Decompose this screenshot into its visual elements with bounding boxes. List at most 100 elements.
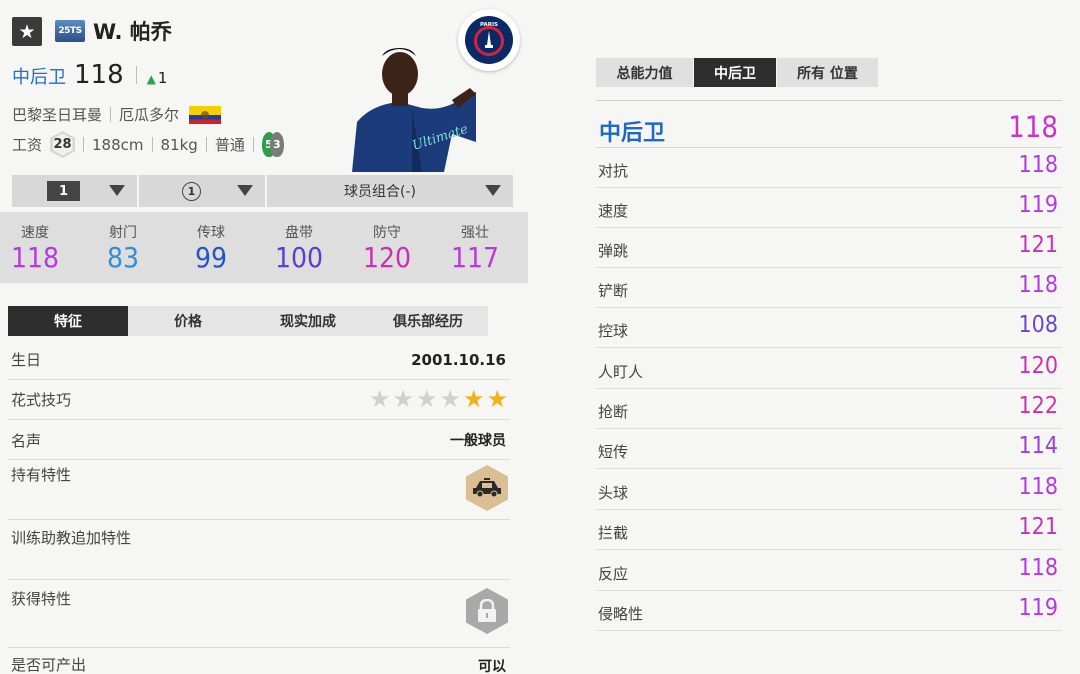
stat-value: 100 bbox=[274, 241, 324, 274]
attribute-label: 弹跳 bbox=[598, 242, 629, 260]
tab-overall-attributes[interactable]: 总能力值 bbox=[596, 58, 693, 87]
attribute-value: 121 bbox=[1018, 514, 1059, 540]
stat-passing: 传球 99 bbox=[167, 212, 255, 283]
attribute-value: 120 bbox=[1018, 353, 1059, 379]
attribute-value: 118 bbox=[1018, 272, 1059, 298]
star-icon: ★ bbox=[415, 385, 438, 413]
produce-label: 是否可产出 bbox=[11, 656, 87, 674]
attribute-label: 拦截 bbox=[598, 524, 629, 542]
stat-dribbling: 盘带 100 bbox=[255, 212, 343, 283]
nation-name: 厄瓜多尔 bbox=[119, 106, 180, 124]
car-trait-icon[interactable] bbox=[466, 465, 508, 511]
attribute-value: 119 bbox=[1018, 595, 1059, 621]
star-icon: ★ bbox=[18, 20, 36, 43]
fame-row: 名声 一般球员 bbox=[8, 420, 510, 460]
salary-label: 工资 bbox=[12, 136, 43, 154]
combo-value: 球员组合(-) bbox=[344, 184, 416, 200]
position-stats-total: 118 bbox=[1008, 110, 1058, 144]
overall-rating: 118 bbox=[74, 60, 124, 90]
enhance-select[interactable]: 1 bbox=[139, 175, 265, 207]
attribute-value: 114 bbox=[1018, 433, 1059, 459]
attribute-value: 119 bbox=[1018, 192, 1059, 218]
car-icon bbox=[473, 478, 501, 498]
owned-traits-label: 持有特性 bbox=[11, 466, 72, 484]
attribute-row: 侵略性 119 bbox=[596, 591, 1062, 631]
tab-price[interactable]: 价格 bbox=[128, 306, 248, 336]
tab-current-position[interactable]: 中后卫 bbox=[694, 58, 776, 87]
lock-icon[interactable] bbox=[466, 588, 508, 634]
attribute-value: 118 bbox=[1018, 474, 1059, 500]
right-foot-icon: 3 bbox=[269, 132, 284, 157]
player-name: W. 帕乔 bbox=[93, 20, 172, 44]
tab-club-history[interactable]: 俱乐部经历 bbox=[368, 306, 488, 336]
club-nation-line: 巴黎圣日耳曼 厄瓜多尔 bbox=[12, 104, 222, 125]
attribute-label: 对抗 bbox=[598, 162, 629, 180]
tab-all-positions[interactable]: 所有 位置 bbox=[777, 58, 878, 87]
position-stats-title: 中后卫 bbox=[599, 121, 666, 146]
stat-shooting: 射门 83 bbox=[79, 212, 167, 283]
favorite-star-button[interactable]: ★ bbox=[12, 17, 42, 46]
attribute-row: 反应 118 bbox=[596, 551, 1062, 591]
attribute-row: 头球 118 bbox=[596, 470, 1062, 510]
attribute-value: 121 bbox=[1018, 232, 1059, 258]
attribute-value: 118 bbox=[1018, 152, 1059, 178]
stat-pace: 速度 118 bbox=[0, 212, 79, 283]
club-name: 巴黎圣日耳曼 bbox=[12, 106, 103, 124]
acquired-traits-label: 获得特性 bbox=[11, 590, 72, 608]
skill-moves-row: 花式技巧 ★ ★ ★ ★ ★ ★ bbox=[8, 380, 510, 420]
tab-traits[interactable]: 特征 bbox=[8, 306, 128, 336]
psg-crest-icon: PARIS bbox=[465, 16, 513, 64]
chevron-down-icon bbox=[485, 185, 501, 196]
player-photo-illustration: Ultimate bbox=[352, 48, 476, 172]
divider bbox=[135, 66, 137, 84]
upgrade-value: 1 bbox=[157, 69, 168, 87]
attribute-label: 速度 bbox=[598, 202, 629, 220]
stat-value: 118 bbox=[10, 241, 60, 274]
attribute-value: 122 bbox=[1018, 393, 1059, 419]
attribute-row: 对抗 118 bbox=[596, 148, 1062, 188]
fame-value: 一般球员 bbox=[450, 433, 506, 449]
skill-stars: ★ ★ ★ ★ ★ ★ bbox=[369, 385, 508, 413]
combo-select[interactable]: 球员组合(-) bbox=[267, 175, 513, 207]
stat-value: 120 bbox=[362, 241, 412, 274]
stat-physical: 强壮 117 bbox=[431, 212, 519, 283]
tab-real-bonus[interactable]: 现实加成 bbox=[248, 306, 368, 336]
ecuador-flag-icon bbox=[189, 105, 222, 124]
level-value: 1 bbox=[47, 181, 80, 201]
attribute-row: 控球 108 bbox=[596, 308, 1062, 348]
coach-traits-label: 训练助教追加特性 bbox=[11, 529, 132, 547]
produce-row: 是否可产出 可以 bbox=[8, 648, 510, 674]
attribute-row: 短传 114 bbox=[596, 429, 1062, 469]
attribute-row: 速度 119 bbox=[596, 188, 1062, 228]
skill-moves-label: 花式技巧 bbox=[11, 391, 72, 409]
divider bbox=[205, 137, 207, 152]
stat-value: 83 bbox=[106, 241, 140, 274]
stat-label: 盘带 bbox=[285, 225, 313, 241]
position-line: 中后卫 118 ▲ 1 bbox=[12, 60, 167, 90]
attribute-row: 抢断 122 bbox=[596, 389, 1062, 429]
player-photo: Ultimate bbox=[352, 42, 476, 172]
stat-value: 99 bbox=[194, 241, 228, 274]
acquired-traits-row: 获得特性 bbox=[8, 580, 510, 648]
attribute-row: 铲断 118 bbox=[596, 268, 1062, 308]
level-select[interactable]: 1 bbox=[12, 175, 137, 207]
fame-label: 名声 bbox=[11, 432, 42, 450]
stat-label: 传球 bbox=[197, 225, 225, 241]
attribute-value: 108 bbox=[1018, 312, 1059, 338]
coach-traits-row: 训练助教追加特性 bbox=[8, 520, 510, 580]
height: 188cm bbox=[92, 135, 144, 154]
attribute-value: 118 bbox=[1018, 555, 1059, 581]
stat-defending: 防守 120 bbox=[343, 212, 431, 283]
stat-label: 射门 bbox=[109, 225, 137, 241]
birthday-value: 2001.10.16 bbox=[411, 351, 506, 369]
attribute-label: 反应 bbox=[598, 565, 629, 583]
attribute-label: 抢断 bbox=[598, 403, 629, 421]
attribute-row: 人盯人 120 bbox=[596, 349, 1062, 389]
arrow-up-icon: ▲ bbox=[146, 72, 156, 86]
produce-value: 可以 bbox=[478, 659, 506, 674]
attribute-row: 拦截 121 bbox=[596, 510, 1062, 550]
divider bbox=[83, 137, 85, 152]
attribute-label: 铲断 bbox=[598, 282, 629, 300]
enhance-value: 1 bbox=[182, 181, 201, 201]
weight: 81kg bbox=[160, 135, 198, 154]
